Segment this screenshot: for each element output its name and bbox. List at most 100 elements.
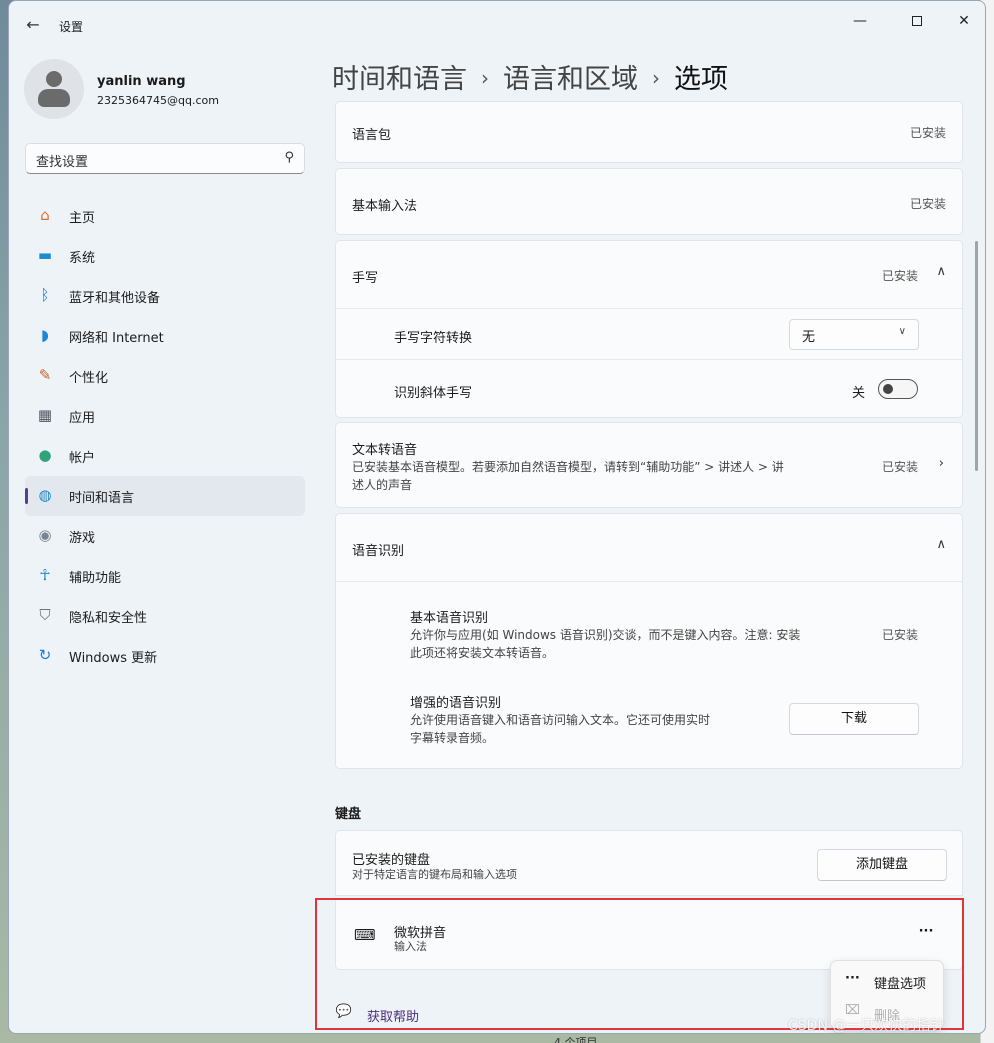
sidebar-item[interactable]: ▬ 系统: [25, 236, 305, 276]
installed-keyboards-card: 已安装的键盘 对于特定语言的键布局和输入选项 添加键盘: [335, 830, 963, 896]
handwriting-header[interactable]: 手写 已安装 ∧: [336, 241, 962, 308]
sidebar-item[interactable]: ⌂ 主页: [25, 196, 305, 236]
add-keyboard-button[interactable]: 添加键盘: [817, 849, 947, 881]
account-icon: ●: [38, 446, 52, 464]
maximize-icon: [912, 16, 922, 26]
apps-icon: ▦: [37, 406, 53, 424]
tts-description: 已安装基本语音模型。若要添加自然语音模型，请转到“辅助功能” > 讲述人 > 讲…: [352, 458, 852, 494]
back-button[interactable]: ←: [21, 13, 45, 37]
language-pack-status: 已安装: [909, 126, 946, 140]
app-title: 设置: [59, 20, 84, 34]
text-to-speech-card[interactable]: 文本转语音 已安装基本语音模型。若要添加自然语音模型，请转到“辅助功能” > 讲…: [335, 422, 963, 508]
sidebar-item[interactable]: ✎ 个性化: [25, 356, 305, 396]
basic-speech-status: 已安装: [881, 628, 918, 642]
basic-typing-title: 基本输入法: [352, 199, 418, 214]
display-icon: ▬: [37, 246, 53, 264]
basic-speech-description: 允许你与应用(如 Windows 语音识别)交谈，而不是键入内容。注意: 安装 …: [410, 626, 870, 662]
enhanced-speech-desc-line1: 允许使用语音键入和语音访问输入文本。它还可使用实时: [410, 713, 711, 727]
divider: [336, 308, 962, 309]
tts-title: 文本转语音: [352, 443, 418, 458]
italic-handwriting-label: 识别斜体手写: [394, 386, 473, 401]
chevron-right-icon: ›: [481, 66, 489, 90]
installed-keyboards-description: 对于特定语言的键布局和输入选项: [352, 868, 517, 881]
enhanced-speech-description: 允许使用语音键入和语音访问输入文本。它还可使用实时 字幕转录音频。: [410, 711, 790, 747]
dropdown-value: 无: [802, 330, 816, 345]
brush-icon: ✎: [38, 366, 52, 384]
avatar: [24, 59, 84, 119]
sidebar-item-label: 时间和语言: [69, 491, 135, 506]
background-status-text: 4 个项目: [554, 1036, 598, 1043]
maximize-button[interactable]: [894, 7, 940, 35]
breadcrumb-item-language-region[interactable]: 语言和区域: [503, 64, 638, 95]
sidebar-item-label: 隐私和安全性: [69, 611, 148, 626]
divider: [336, 359, 962, 360]
page-title: 选项: [674, 64, 728, 95]
handwriting-conversion-label: 手写字符转换: [394, 331, 473, 346]
minimize-icon: —: [853, 13, 867, 29]
language-pack-card: 语言包 已安装: [335, 101, 963, 163]
basic-speech-desc-line1: 允许你与应用(如 Windows 语音识别)交谈，而不是键入内容。注意: 安装: [410, 628, 801, 642]
sidebar-item[interactable]: ◗ 网络和 Internet: [25, 316, 305, 356]
download-button[interactable]: 下载: [789, 703, 919, 735]
handwriting-title: 手写: [352, 271, 379, 286]
close-button[interactable]: ✕: [941, 7, 985, 35]
enhanced-speech-desc-line2: 字幕转录音频。: [410, 731, 495, 745]
sidebar-item[interactable]: ◍ 时间和语言: [25, 476, 305, 516]
sidebar-item-label: 应用: [69, 411, 96, 426]
handwriting-card: 手写 已安装 ∧ 手写字符转换 无 ∨ 识别斜体手写 关: [335, 240, 963, 418]
bluetooth-icon: ᛒ: [40, 286, 50, 304]
chevron-up-icon: ∧: [936, 264, 946, 279]
chevron-down-icon: ∨: [898, 326, 906, 337]
basic-typing-card: 基本输入法 已安装: [335, 168, 963, 235]
sidebar-item-label: 系统: [69, 251, 96, 266]
sidebar-item[interactable]: ◉ 游戏: [25, 516, 305, 556]
user-email: 2325364745@qq.com: [97, 94, 219, 107]
language-pack-title: 语言包: [352, 128, 392, 143]
globe-clock-icon: ◍: [38, 486, 52, 504]
sidebar-item[interactable]: ● 帐户: [25, 436, 305, 476]
sidebar-item-label: 帐户: [69, 451, 96, 466]
settings-window: ← 设置 — ✕ yanlin wang 2325364745@qq.com 查…: [8, 0, 986, 1034]
sidebar-item[interactable]: ᛒ 蓝牙和其他设备: [25, 276, 305, 316]
sidebar-item-label: 个性化: [69, 371, 109, 386]
annotation-highlight-box: [315, 898, 964, 1030]
wifi-icon: ◗: [41, 326, 49, 344]
search-input[interactable]: 查找设置 ⚲: [25, 143, 305, 174]
speech-recognition-card: 语音识别 ∧ 基本语音识别 允许你与应用(如 Windows 语音识别)交谈，而…: [335, 513, 963, 769]
sidebar-item-label: 游戏: [69, 531, 96, 546]
sidebar-item-label: 辅助功能: [69, 571, 122, 586]
search-placeholder: 查找设置: [36, 155, 89, 170]
sidebar-item[interactable]: ⛉ 隐私和安全性: [25, 596, 305, 636]
user-name: yanlin wang: [97, 74, 186, 89]
italic-handwriting-toggle[interactable]: [878, 379, 918, 399]
watermark: CSDN @一只欢快的指针: [788, 1018, 945, 1034]
basic-typing-status: 已安装: [909, 197, 946, 211]
tts-desc-line2: 述人的声音: [352, 478, 413, 492]
arrow-left-icon: ←: [26, 15, 40, 34]
enhanced-speech-title: 增强的语音识别: [410, 696, 502, 711]
sidebar-item[interactable]: ▦ 应用: [25, 396, 305, 436]
sidebar-item[interactable]: ☥ 辅助功能: [25, 556, 305, 596]
handwriting-status: 已安装: [881, 269, 918, 283]
home-icon: ⌂: [40, 206, 50, 224]
minimize-button[interactable]: —: [837, 7, 883, 35]
sidebar-item[interactable]: ↻ Windows 更新: [25, 636, 305, 676]
chevron-up-icon: ∧: [936, 537, 946, 552]
scrollbar[interactable]: [975, 241, 978, 471]
sidebar-item-label: Windows 更新: [69, 651, 158, 666]
chevron-right-icon: ›: [938, 456, 944, 471]
breadcrumb-item-time-language[interactable]: 时间和语言: [332, 64, 467, 95]
speech-header[interactable]: 语音识别 ∧: [336, 514, 962, 581]
speech-title: 语音识别: [352, 544, 405, 559]
shield-icon: ⛉: [39, 606, 51, 624]
sidebar-item-label: 蓝牙和其他设备: [69, 291, 161, 306]
keyboard-section-title: 键盘: [335, 807, 362, 822]
basic-speech-desc-line2: 此项还将安装文本转语音。: [410, 646, 555, 660]
handwriting-conversion-dropdown[interactable]: 无 ∨: [789, 319, 919, 350]
sidebar-item-label: 主页: [69, 211, 96, 226]
title-bar: ← 设置 — ✕: [9, 1, 985, 49]
tts-status: 已安装: [881, 460, 918, 474]
breadcrumb: 时间和语言 › 语言和区域 › 选项: [332, 57, 728, 96]
basic-speech-title: 基本语音识别: [410, 611, 489, 626]
search-icon: ⚲: [284, 150, 294, 165]
